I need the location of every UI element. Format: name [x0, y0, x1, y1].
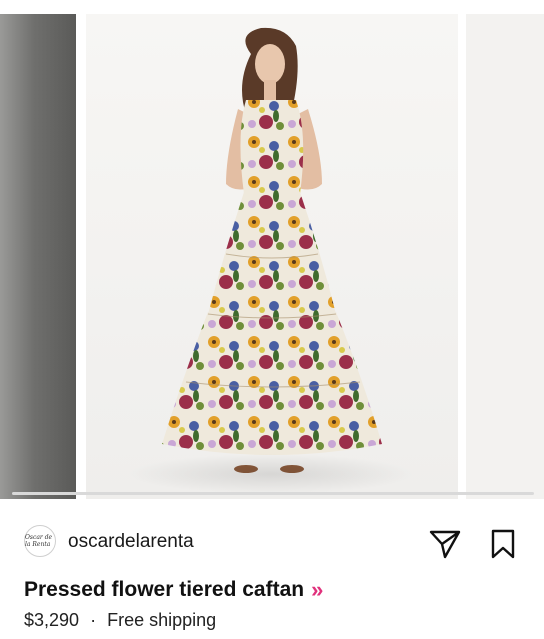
save-button[interactable] [486, 527, 520, 561]
carousel-progress-track [12, 492, 534, 495]
send-paper-plane-icon [429, 530, 461, 559]
product-info-panel: Oscar de la Renta oscardelarenta Pressed… [0, 505, 544, 639]
share-button[interactable] [428, 527, 462, 561]
avatar[interactable]: Oscar de la Renta [24, 525, 56, 557]
next-slide-image[interactable] [466, 14, 544, 499]
floor-shadow [126, 454, 416, 494]
separator-dot: · [90, 610, 97, 630]
price: $3,290 [24, 610, 80, 630]
main-product-image[interactable] [86, 14, 458, 499]
bookmark-icon [491, 529, 515, 559]
product-image-carousel[interactable] [0, 0, 544, 505]
shipping-info: Free shipping [107, 610, 217, 630]
account-handle[interactable]: oscardelarenta [68, 531, 194, 553]
previous-slide-image[interactable] [0, 14, 76, 499]
chevron-right-icon: » [311, 577, 323, 602]
price-row: $3,290 · Free shipping [24, 610, 216, 631]
product-title[interactable]: Pressed flower tiered caftan » [24, 577, 323, 603]
product-title-text: Pressed flower tiered caftan [24, 578, 305, 601]
model-in-floral-dress-illustration [162, 27, 382, 473]
avatar-logo-text: Oscar de la Renta [25, 534, 53, 548]
